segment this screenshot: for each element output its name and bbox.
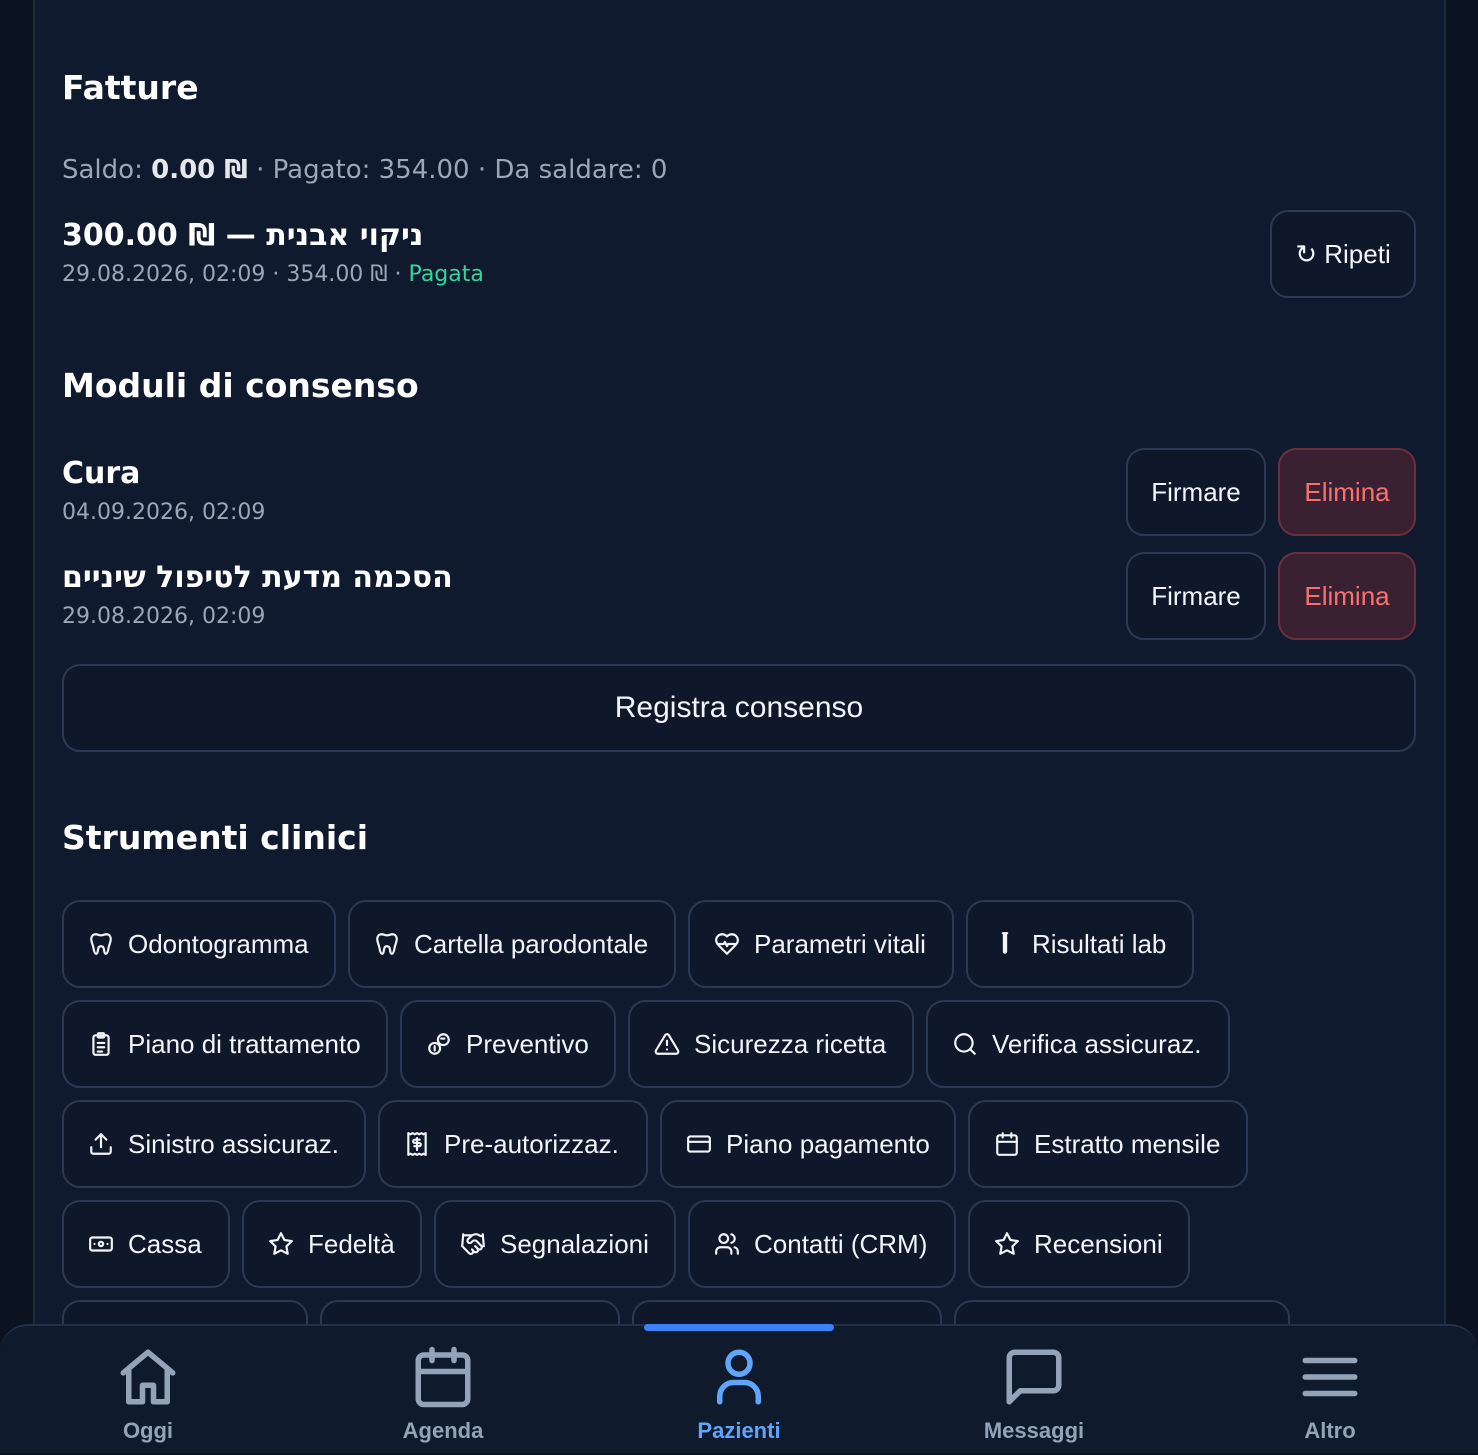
home-icon bbox=[120, 1349, 176, 1405]
nav-label: Messaggi bbox=[983, 1418, 1085, 1443]
nav-label: Oggi bbox=[122, 1418, 174, 1443]
tool-loyalty-button[interactable]: Fedeltà bbox=[242, 1200, 422, 1288]
tool-perio-chart-button[interactable]: Cartella parodontale bbox=[348, 900, 676, 988]
handshake-icon bbox=[461, 1233, 485, 1255]
tool-referrals-button[interactable]: Segnalazioni bbox=[434, 1200, 676, 1288]
tooth-icon bbox=[90, 933, 112, 955]
invoice-status-badge: Pagata bbox=[408, 262, 484, 287]
user-icon bbox=[717, 1349, 761, 1405]
consent-date: 29.08.2026, 02:09 bbox=[62, 604, 266, 629]
heart-pulse-icon bbox=[715, 933, 739, 955]
menu-icon bbox=[1302, 1357, 1358, 1397]
credit-card-icon bbox=[687, 1135, 711, 1153]
tooth-icon bbox=[376, 933, 398, 955]
calendar-icon bbox=[996, 1132, 1018, 1156]
tool-monthly-statement-button[interactable]: Estratto mensile bbox=[968, 1100, 1248, 1188]
tool-payment-plan-button[interactable]: Piano pagamento bbox=[660, 1100, 956, 1188]
sign-button[interactable]: Firmare bbox=[1126, 448, 1266, 536]
active-tab-indicator bbox=[644, 1324, 834, 1331]
tool-label: Fedeltà bbox=[308, 1228, 395, 1259]
tool-estimate-button[interactable]: Preventivo bbox=[400, 1000, 616, 1088]
tool-label: Piano pagamento bbox=[726, 1128, 930, 1159]
invoice-summary: Saldo: 0.00 ₪ · Pagato: 354.00 · Da sald… bbox=[62, 155, 667, 185]
tool-treatment-plan-button[interactable]: Piano di trattamento bbox=[62, 1000, 388, 1088]
tool-lab-results-button[interactable]: Risultati lab bbox=[966, 900, 1194, 988]
coins-icon bbox=[428, 1033, 450, 1055]
invoices-heading: Fatture bbox=[62, 68, 199, 107]
upload-icon bbox=[90, 1133, 112, 1155]
tool-reviews-button[interactable]: Recensioni bbox=[968, 1200, 1190, 1288]
users-icon bbox=[715, 1233, 739, 1255]
nav-label: Agenda bbox=[402, 1418, 484, 1443]
paid-label: · Pagato: 354.00 bbox=[256, 155, 470, 185]
receipt-icon bbox=[407, 1132, 427, 1156]
tool-label: Segnalazioni bbox=[500, 1228, 649, 1259]
tool-label: Pre-autorizzaz. bbox=[444, 1128, 619, 1159]
warning-icon bbox=[654, 1033, 680, 1055]
clipboard-icon bbox=[92, 1032, 110, 1056]
tool-label: Risultati lab bbox=[1032, 928, 1167, 959]
tool-label: Parametri vitali bbox=[754, 928, 926, 959]
invoice-meta-text: 29.08.2026, 02:09 · 354.00 ₪ · bbox=[62, 262, 402, 287]
due-label: · Da saldare: 0 bbox=[477, 155, 668, 185]
tool-label: Verifica assicuraz. bbox=[992, 1028, 1202, 1059]
nav-label: Pazienti bbox=[697, 1418, 781, 1443]
tool-crm-contacts-button[interactable]: Contatti (CRM) bbox=[688, 1200, 956, 1288]
tool-prescription-safety-button[interactable]: Sicurezza ricetta bbox=[628, 1000, 914, 1088]
calendar-icon bbox=[415, 1346, 471, 1408]
test-tube-icon bbox=[1001, 932, 1009, 954]
tool-label: Recensioni bbox=[1034, 1228, 1163, 1259]
nav-item-oggi[interactable]: Oggi bbox=[48, 1326, 248, 1455]
tool-insurance-check-button[interactable]: Verifica assicuraz. bbox=[926, 1000, 1230, 1088]
banknote-icon bbox=[89, 1236, 113, 1252]
invoice-title: 300.00 ₪ — ניקוי אבנית bbox=[62, 218, 424, 253]
repeat-button[interactable]: ↻ Ripeti bbox=[1270, 210, 1416, 298]
tool-label: Sicurezza ricetta bbox=[694, 1028, 887, 1059]
nav-item-pazienti[interactable]: Pazienti bbox=[639, 1326, 839, 1455]
tool-label: Cartella parodontale bbox=[414, 928, 649, 959]
tool-label: Estratto mensile bbox=[1034, 1128, 1221, 1159]
nav-label: Altro bbox=[1304, 1418, 1356, 1443]
delete-button[interactable]: Elimina bbox=[1278, 552, 1416, 640]
delete-button[interactable]: Elimina bbox=[1278, 448, 1416, 536]
tool-odontogram-button[interactable]: Odontogramma bbox=[62, 900, 336, 988]
nav-item-altro[interactable]: Altro bbox=[1230, 1326, 1430, 1455]
register-consent-button[interactable]: Registra consenso bbox=[62, 664, 1416, 752]
tool-label: Piano di trattamento bbox=[128, 1028, 361, 1059]
tool-vitals-button[interactable]: Parametri vitali bbox=[688, 900, 954, 988]
consent-title: הסכמה מדעת לטיפול שיניים bbox=[62, 560, 453, 595]
tool-preauth-button[interactable]: Pre-autorizzaz. bbox=[378, 1100, 648, 1188]
balance-value: 0.00 ₪ bbox=[151, 155, 248, 185]
consent-title: Cura bbox=[62, 456, 141, 491]
tool-label: Preventivo bbox=[466, 1028, 589, 1059]
message-icon bbox=[1006, 1349, 1062, 1405]
consents-heading: Moduli di consenso bbox=[62, 366, 419, 405]
sign-button[interactable]: Firmare bbox=[1126, 552, 1266, 640]
nav-item-messaggi[interactable]: Messaggi bbox=[934, 1326, 1134, 1455]
consent-date: 04.09.2026, 02:09 bbox=[62, 500, 266, 525]
bottom-nav: Oggi Agenda Pazienti Messaggi Altro bbox=[0, 1324, 1478, 1453]
tools-heading: Strumenti clinici bbox=[62, 818, 369, 857]
tool-label: Contatti (CRM) bbox=[754, 1228, 928, 1259]
star-icon bbox=[995, 1232, 1019, 1255]
tool-label: Cassa bbox=[128, 1228, 202, 1259]
search-icon bbox=[954, 1033, 976, 1055]
balance-label: Saldo: bbox=[62, 155, 143, 185]
invoice-meta: 29.08.2026, 02:09 · 354.00 ₪ · Pagata bbox=[62, 262, 484, 287]
star-icon bbox=[269, 1232, 293, 1255]
tool-label: Sinistro assicuraz. bbox=[128, 1128, 339, 1159]
tool-label: Odontogramma bbox=[128, 928, 309, 959]
tool-insurance-claim-button[interactable]: Sinistro assicuraz. bbox=[62, 1100, 366, 1188]
tool-cash-register-button[interactable]: Cassa bbox=[62, 1200, 230, 1288]
nav-item-agenda[interactable]: Agenda bbox=[343, 1326, 543, 1455]
